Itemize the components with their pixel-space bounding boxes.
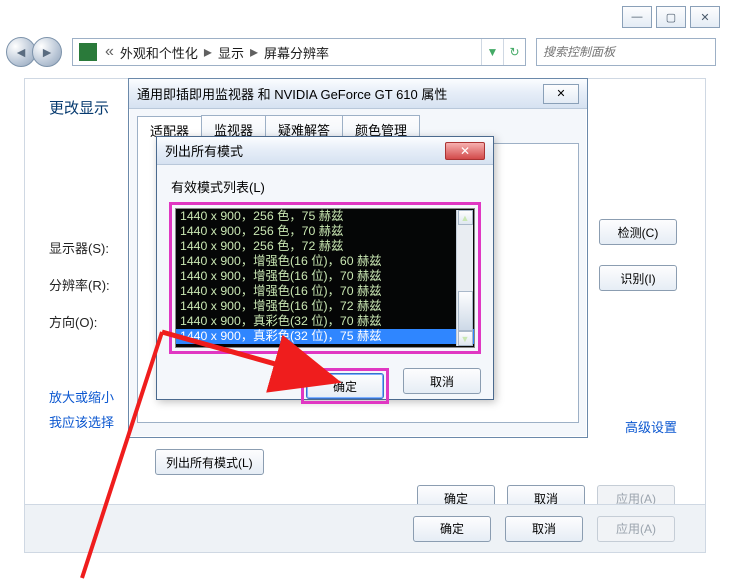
identify-button[interactable]: 识别(I) — [599, 265, 677, 291]
annotation-highlight-listbox: 1440 x 900，256 色，75 赫兹 1440 x 900，256 色，… — [169, 202, 481, 354]
prop-dialog-title: 通用即插即用监视器 和 NVIDIA GeForce GT 610 属性 — [137, 84, 447, 103]
list-item[interactable]: 1440 x 900，增强色(16 位)，70 赫兹 — [176, 284, 474, 299]
search-box[interactable] — [536, 38, 716, 66]
mode-listbox[interactable]: 1440 x 900，256 色，75 赫兹 1440 x 900，256 色，… — [175, 208, 475, 348]
page-cancel-button[interactable]: 取消 — [505, 516, 583, 542]
close-icon: ✕ — [700, 11, 709, 24]
detect-button[interactable]: 检测(C) — [599, 219, 677, 245]
mode-dialog-close-button[interactable]: ✕ — [445, 142, 485, 160]
breadcrumb[interactable]: 外观和个性化 — [116, 43, 202, 62]
list-item[interactable]: 1440 x 900，256 色，75 赫兹 — [176, 209, 474, 224]
page-button-bar: 确定 取消 应用(A) — [25, 504, 705, 552]
breadcrumb[interactable]: 显示 — [214, 43, 248, 62]
chevron-down-icon: ▼ — [487, 45, 499, 59]
annotation-highlight-ok: 确定 — [301, 368, 389, 404]
chevron-down-icon: ▼ — [461, 334, 470, 344]
arrow-right-icon: ► — [40, 44, 54, 60]
list-item[interactable]: 1440 x 900，增强色(16 位)，70 赫兹 — [176, 269, 474, 284]
refresh-icon: ↻ — [509, 45, 519, 59]
list-modes-dialog: 列出所有模式 ✕ 有效模式列表(L) 1440 x 900，256 色，75 赫… — [156, 136, 494, 400]
window-close-button[interactable]: ✕ — [690, 6, 720, 28]
scroll-up-button[interactable]: ▲ — [458, 210, 473, 225]
prop-dialog-close-button[interactable]: ✕ — [543, 84, 579, 104]
listbox-scrollbar[interactable]: ▲ ▼ — [456, 210, 473, 346]
list-item[interactable]: 1440 x 900，增强色(16 位)，72 赫兹 — [176, 299, 474, 314]
mode-list-label: 有效模式列表(L) — [171, 177, 481, 196]
chevron-up-icon: ▲ — [461, 213, 470, 223]
breadcrumb[interactable]: 屏幕分辨率 — [260, 43, 333, 62]
arrow-left-icon: ◄ — [14, 44, 28, 60]
control-panel-icon — [79, 43, 97, 61]
mode-cancel-button[interactable]: 取消 — [403, 368, 481, 394]
list-all-modes-button[interactable]: 列出所有模式(L) — [155, 449, 264, 475]
address-dropdown-button[interactable]: ▼ — [481, 39, 503, 65]
list-item[interactable]: 1440 x 900，真彩色(32 位)，70 赫兹 — [176, 314, 474, 329]
window-maximize-button[interactable]: ▢ — [656, 6, 686, 28]
page-apply-button: 应用(A) — [597, 516, 675, 542]
list-item[interactable]: 1440 x 900，256 色，72 赫兹 — [176, 239, 474, 254]
page-ok-button[interactable]: 确定 — [413, 516, 491, 542]
mode-dialog-title: 列出所有模式 — [165, 141, 243, 160]
close-icon: ✕ — [460, 144, 470, 158]
maximize-icon: ▢ — [666, 11, 676, 24]
list-item[interactable]: 1440 x 900，256 色，70 赫兹 — [176, 224, 474, 239]
address-bar[interactable]: « 外观和个性化 ▸ 显示 ▸ 屏幕分辨率 ▼ ↻ — [72, 38, 526, 66]
window-minimize-button[interactable]: — — [622, 6, 652, 28]
explorer-toolbar: ◄ ► « 外观和个性化 ▸ 显示 ▸ 屏幕分辨率 ▼ ↻ — [6, 34, 720, 70]
mode-ok-button[interactable]: 确定 — [306, 373, 384, 399]
search-input[interactable] — [537, 45, 715, 59]
scroll-down-button[interactable]: ▼ — [458, 331, 473, 346]
list-item[interactable]: 1440 x 900，增强色(16 位)，60 赫兹 — [176, 254, 474, 269]
address-refresh-button[interactable]: ↻ — [503, 39, 525, 65]
nav-forward-button[interactable]: ► — [32, 37, 62, 67]
list-item-selected[interactable]: 1440 x 900，真彩色(32 位)，75 赫兹 — [176, 329, 474, 344]
minimize-icon: — — [632, 11, 643, 23]
advanced-settings-link[interactable]: 高级设置 — [625, 417, 677, 436]
scroll-thumb[interactable] — [458, 291, 473, 331]
close-icon: ✕ — [556, 87, 565, 100]
